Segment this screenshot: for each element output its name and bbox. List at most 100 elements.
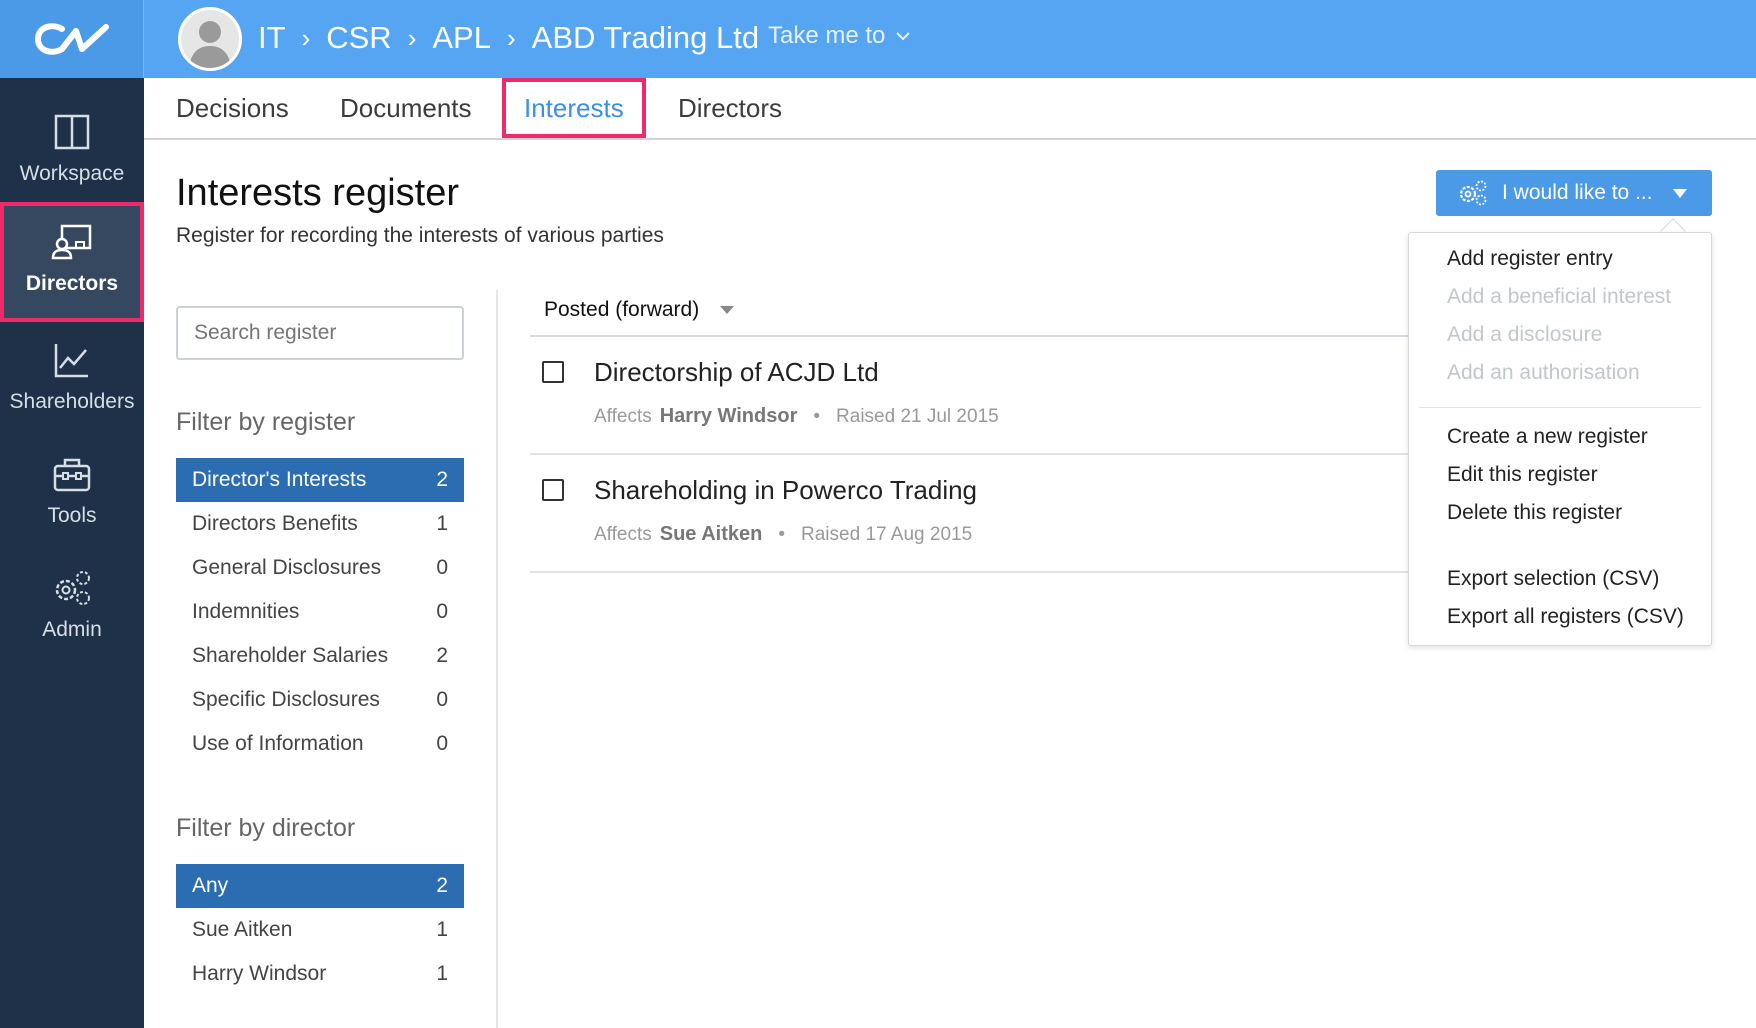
entry-meta: Affects Harry Windsor • Raised 21 Jul 20… [594, 405, 999, 428]
filter-count: 1 [436, 918, 448, 941]
menu-divider [1419, 407, 1701, 408]
menu-item-create-register[interactable]: Create a new register [1447, 425, 1648, 449]
register-filter-item[interactable]: Specific Disclosures 0 [176, 678, 464, 722]
column-divider [496, 290, 498, 1028]
search-input[interactable] [176, 306, 464, 360]
filter-count: 2 [436, 644, 448, 667]
breadcrumb-item[interactable]: CSR [326, 20, 391, 56]
filter-director-heading: Filter by director [176, 814, 356, 842]
register-entry[interactable]: Directorship of ACJD Ltd Affects Harry W… [530, 337, 1410, 455]
raised-date: Raised 17 Aug 2015 [801, 523, 973, 545]
entry-meta: Affects Sue Aitken • Raised 17 Aug 2015 [594, 523, 972, 546]
filter-count: 0 [436, 688, 448, 711]
director-filter-list: Any 2 Sue Aitken 1 Harry Windsor 1 [176, 864, 464, 996]
entry-title[interactable]: Directorship of ACJD Ltd [594, 357, 879, 388]
filter-label: Any [192, 874, 229, 897]
sidebar-item-label: Admin [42, 618, 102, 641]
gears-icon [55, 571, 90, 605]
sidebar-item-label: Tools [47, 504, 97, 527]
sidebar-item-tools[interactable]: Tools [0, 434, 144, 554]
affects-label: Affects [594, 523, 652, 545]
sidebar-item-directors[interactable]: Directors [0, 202, 144, 322]
raised-date: Raised 21 Jul 2015 [836, 405, 999, 427]
columns-icon [54, 114, 90, 150]
sidebar-item-workspace[interactable]: Workspace [0, 92, 144, 212]
register-filter-item[interactable]: Use of Information 0 [176, 722, 464, 766]
menu-item-add-beneficial-interest: Add a beneficial interest [1447, 285, 1672, 308]
avatar[interactable] [178, 7, 242, 71]
take-me-to-label: Take me to [768, 22, 886, 49]
filter-label: Director's Interests [192, 468, 367, 491]
chevron-right-icon: › [301, 22, 311, 53]
filter-label: Directors Benefits [192, 512, 358, 535]
register-filter-item[interactable]: General Disclosures 0 [176, 546, 464, 590]
actions-button[interactable]: I would like to ... [1436, 170, 1712, 216]
menu-item-add-disclosure: Add a disclosure [1447, 323, 1603, 346]
tab-interests[interactable]: Interests [502, 78, 646, 138]
sort-dropdown[interactable]: Posted (forward) [544, 298, 735, 322]
caret-down-icon [720, 306, 735, 314]
gears-icon [1459, 180, 1487, 206]
director-filter-item[interactable]: Harry Windsor 1 [176, 952, 464, 996]
director-filter-item[interactable]: Sue Aitken 1 [176, 908, 464, 952]
filter-count: 0 [436, 556, 448, 579]
menu-item-add-register-entry[interactable]: Add register entry [1447, 247, 1613, 271]
filter-count: 1 [436, 962, 448, 985]
app-logo[interactable] [0, 0, 144, 78]
filter-count: 1 [436, 512, 448, 535]
register-filter-item[interactable]: Director's Interests 2 [176, 458, 464, 502]
separator-dot: • [778, 523, 786, 545]
filter-register-heading: Filter by register [176, 408, 356, 436]
tab-decisions[interactable]: Decisions [176, 78, 289, 138]
chart-icon [54, 344, 88, 378]
take-me-to-dropdown[interactable]: Take me to [768, 22, 911, 50]
affects-person: Sue Aitken [659, 523, 763, 545]
chevron-right-icon: › [407, 22, 417, 53]
filter-count: 0 [436, 732, 448, 755]
director-filter-item[interactable]: Any 2 [176, 864, 464, 908]
breadcrumb-item[interactable]: IT [258, 20, 286, 56]
sidebar-item-label: Directors [25, 272, 119, 295]
register-entry[interactable]: Shareholding in Powerco Trading Affects … [530, 455, 1410, 573]
register-filter-item[interactable]: Directors Benefits 1 [176, 502, 464, 546]
breadcrumb-item[interactable]: APL [432, 20, 491, 56]
filter-label: Harry Windsor [192, 962, 327, 985]
register-filter-item[interactable]: Indemnities 0 [176, 590, 464, 634]
logo-icon [34, 23, 109, 55]
menu-item-export-selection[interactable]: Export selection (CSV) [1447, 567, 1659, 591]
menu-item-edit-register[interactable]: Edit this register [1447, 463, 1598, 487]
tab-bar: Decisions Documents Interests Directors [144, 78, 1756, 140]
filter-label: Indemnities [192, 600, 300, 623]
entry-title[interactable]: Shareholding in Powerco Trading [594, 475, 977, 506]
register-filter-item[interactable]: Shareholder Salaries 2 [176, 634, 464, 678]
register-filter-list: Director's Interests 2 Directors Benefits… [176, 458, 464, 766]
page-subtitle: Register for recording the interests of … [176, 224, 664, 247]
menu-item-export-all[interactable]: Export all registers (CSV) [1447, 605, 1684, 629]
filter-count: 2 [436, 874, 448, 897]
breadcrumb-item-current[interactable]: ABD Trading Ltd [532, 20, 759, 56]
actions-menu: Add register entry Add a beneficial inte… [1408, 232, 1712, 646]
entry-checkbox[interactable] [542, 479, 564, 501]
affects-person: Harry Windsor [659, 405, 798, 427]
sidebar-item-label: Workspace [19, 162, 125, 185]
sort-label: Posted (forward) [544, 298, 700, 321]
separator-dot: • [813, 405, 821, 427]
user-icon [189, 21, 231, 68]
toolbox-icon [53, 458, 91, 492]
filter-label: Shareholder Salaries [192, 644, 389, 667]
sidebar-item-admin[interactable]: Admin [0, 548, 144, 668]
affects-label: Affects [594, 405, 652, 427]
menu-item-delete-register[interactable]: Delete this register [1447, 501, 1622, 525]
menu-item-add-authorisation: Add an authorisation [1447, 361, 1640, 384]
directors-icon [51, 224, 92, 260]
tab-documents[interactable]: Documents [340, 78, 472, 138]
breadcrumb: IT › CSR › APL › ABD Trading Ltd [258, 18, 759, 58]
sidebar: Workspace Directors Shareholders Tools A… [0, 78, 144, 1028]
filter-label: Sue Aitken [192, 918, 293, 941]
filter-count: 0 [436, 600, 448, 623]
tab-directors[interactable]: Directors [678, 78, 782, 138]
caret-down-icon [1672, 188, 1687, 198]
sidebar-item-shareholders[interactable]: Shareholders [0, 320, 144, 440]
page-title: Interests register [176, 172, 459, 214]
entry-checkbox[interactable] [542, 361, 564, 383]
